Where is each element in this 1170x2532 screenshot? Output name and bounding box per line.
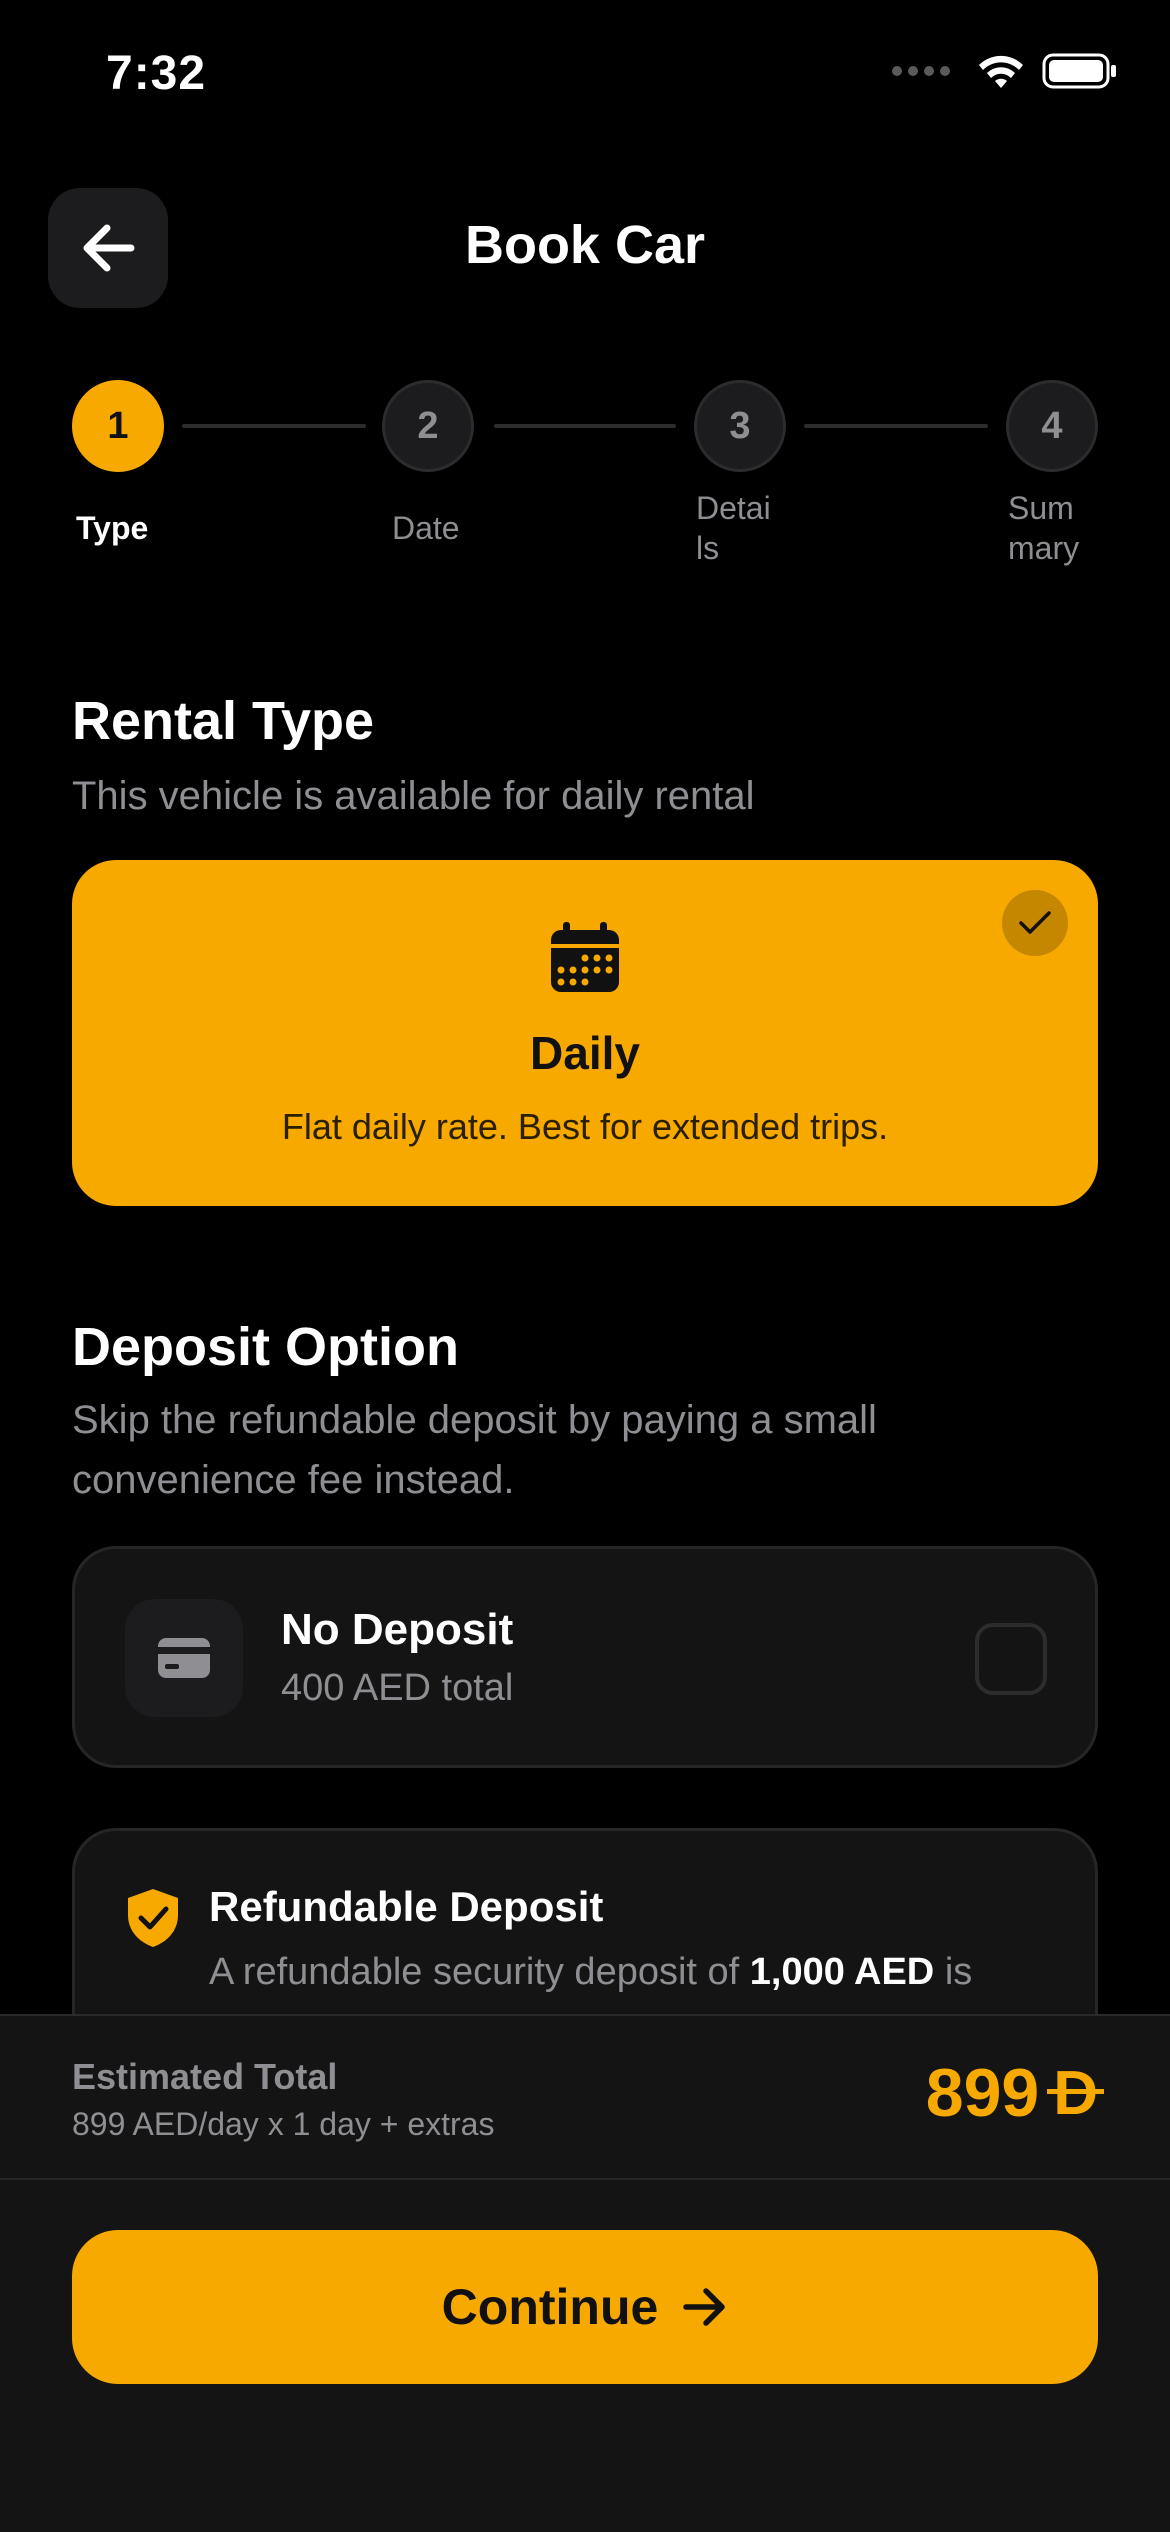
step-1-indicator[interactable]: 1 (72, 380, 164, 472)
step-3-indicator[interactable]: 3 (694, 380, 786, 472)
step-1-label: Type (76, 510, 149, 546)
continue-label: Continue (441, 2279, 659, 2335)
step-connector (494, 424, 676, 428)
total-value: 899 (925, 2055, 1040, 2131)
status-time: 7:32 (106, 47, 207, 100)
deposit-amount: 1,000 AED (749, 1951, 935, 1993)
step-connector (182, 424, 366, 428)
status-icons (892, 52, 1118, 90)
daily-rental-option[interactable]: Daily Flat daily rate. Best for extended… (72, 860, 1098, 1206)
step-connector (804, 424, 988, 428)
calendar-icon (551, 922, 619, 992)
daily-option-description: Flat daily rate. Best for extended trips… (281, 1106, 889, 1147)
daily-option-title: Daily (530, 1027, 640, 1079)
progress-stepper: 1 2 3 4 Type Date Detai ls Sum mary (0, 380, 1170, 580)
rental-type-heading: Rental Type (72, 691, 375, 751)
no-deposit-title: No Deposit (281, 1605, 514, 1654)
arrow-right-icon (683, 2288, 726, 2326)
step-2-indicator[interactable]: 2 (382, 380, 474, 472)
estimated-total-label: Estimated Total (72, 2056, 338, 2097)
step-4-indicator[interactable]: 4 (1006, 380, 1098, 472)
continue-button[interactable]: Continue (72, 2230, 1098, 2384)
cellular-signal-icon (892, 66, 950, 76)
dirham-symbol-icon: D (1047, 2058, 1104, 2128)
estimated-total-breakdown: 899 AED/day x 1 day + extras (72, 2106, 495, 2142)
page-title: Book Car (464, 215, 706, 275)
selected-check-badge (1002, 890, 1068, 956)
deposit-option-heading: Deposit Option (72, 1317, 459, 1377)
estimated-total-amount: 899 D (925, 2054, 1104, 2132)
shield-check-icon (128, 1889, 178, 1947)
deposit-option-subtitle: Skip the refundable deposit by paying a … (72, 1398, 877, 1502)
rental-type-subtitle: This vehicle is available for daily rent… (72, 774, 755, 818)
no-deposit-option[interactable]: No Deposit 400 AED total (72, 1546, 1098, 1768)
credit-card-icon (158, 1638, 210, 1678)
no-deposit-checkbox[interactable] (975, 1623, 1047, 1695)
refundable-deposit-title: Refundable Deposit (209, 1883, 604, 1930)
no-deposit-price: 400 AED total (281, 1667, 514, 1709)
checkmark-icon (1019, 911, 1051, 934)
wifi-icon (979, 55, 1023, 88)
no-deposit-icon-box (125, 1599, 243, 1717)
step-2-label: Date (392, 510, 460, 546)
step-3-label: Detai ls (696, 490, 771, 566)
battery-icon (1042, 53, 1116, 89)
refundable-deposit-description: A refundable security deposit of 1,000 A… (209, 1951, 973, 1993)
estimated-total-panel: Estimated Total 899 AED/day x 1 day + ex… (0, 2014, 1170, 2532)
step-4-label: Sum mary (1008, 490, 1080, 566)
divider (0, 2178, 1170, 2180)
status-bar: 7:32 (0, 0, 1170, 150)
book-car-screen: 7:32 Book Car 1 2 3 4 Type Date Detai ls… (0, 0, 1170, 2532)
